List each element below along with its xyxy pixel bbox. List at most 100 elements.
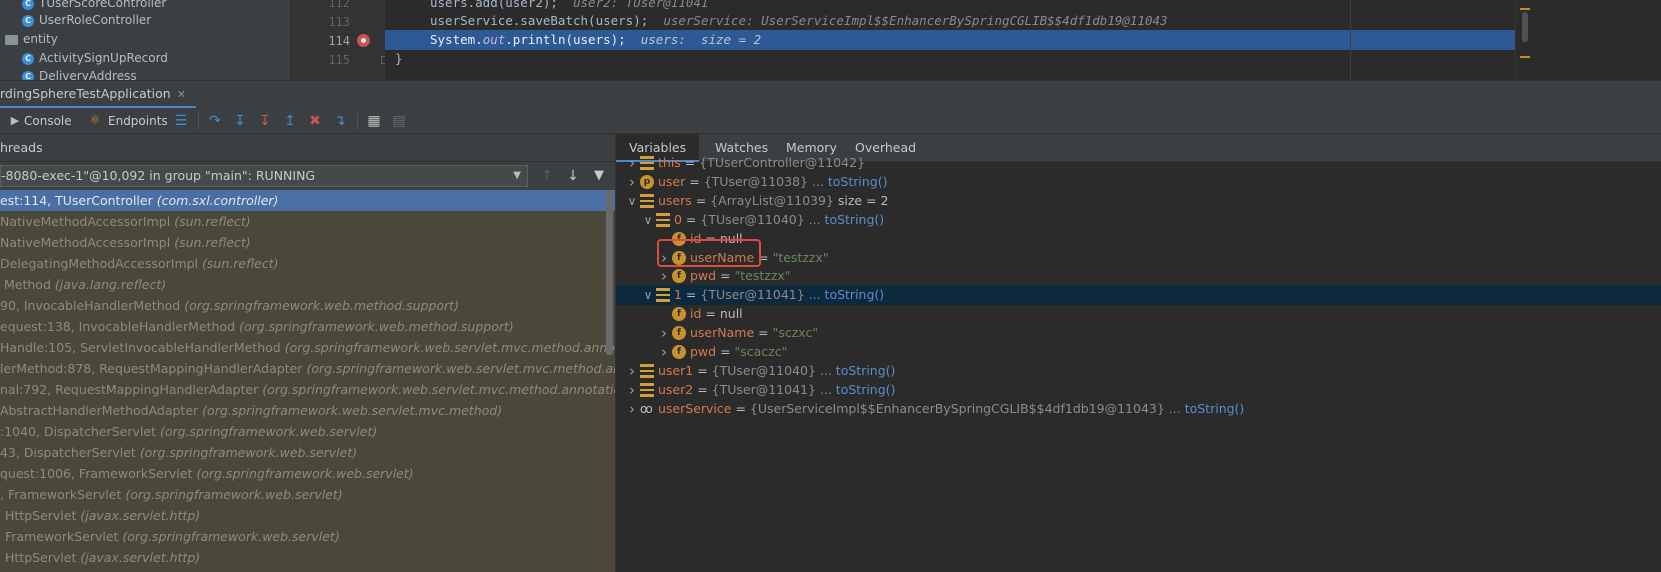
step-over-icon[interactable]: ↷: [206, 112, 224, 130]
endpoints-icon: ⚛: [89, 113, 101, 128]
frame-row[interactable]: 43, DispatcherServlet (org.springframewor…: [0, 442, 615, 463]
chevron-right-icon[interactable]: ›: [626, 380, 638, 400]
variable-row[interactable]: › this = {TUserController@11042}: [616, 153, 1661, 173]
run-to-cursor-icon[interactable]: ↴: [331, 112, 349, 130]
watch-icon: oo: [640, 401, 653, 416]
variable-row[interactable]: f id = null: [616, 229, 1661, 249]
editor-gutter[interactable]: 112 113 114 115: [290, 0, 385, 80]
folder-icon: [5, 34, 18, 45]
frame-row[interactable]: HttpServlet (javax.servlet.http): [0, 547, 615, 568]
trace-stream-icon[interactable]: ▤: [390, 112, 408, 130]
breakpoint-icon[interactable]: [357, 34, 370, 47]
variable-name: pwd: [690, 268, 717, 284]
thread-selector[interactable]: -8080-exec-1"@10,092 in group "main": RU…: [0, 165, 528, 187]
frame-row[interactable]: DelegatingMethodAccessorImpl (sun.reflect…: [0, 253, 615, 274]
frame-row[interactable]: quest:1006, FrameworkServlet (org.springf…: [0, 463, 615, 484]
frame-row[interactable]: nal:792, RequestMappingHandlerAdapter (or…: [0, 379, 615, 400]
tostring-link[interactable]: ... toString(): [805, 212, 885, 227]
tree-item-class[interactable]: C ActivitySignUpRecord: [22, 48, 168, 68]
frame-row[interactable]: Handle:105, ServletInvocableHandlerMetho…: [0, 337, 615, 358]
frame-row[interactable]: est:114, TUserController (com.sxl.control…: [0, 190, 615, 211]
variable-row[interactable]: ∨ 1 = {TUser@11041} ... toString(): [616, 285, 1661, 306]
frame-row[interactable]: FrameworkServlet (org.springframework.web…: [0, 526, 615, 547]
frame-row[interactable]: NativeMethodAccessorImpl (sun.reflect): [0, 232, 615, 253]
frame-row[interactable]: Method (java.lang.reflect): [0, 274, 615, 295]
editor-area: C TUserScoreController C UserRoleControlle…: [0, 0, 1661, 80]
tree-item-folder[interactable]: entity: [5, 29, 58, 49]
variable-row[interactable]: › f pwd = "testzzx": [616, 266, 1661, 286]
class-icon: C: [22, 70, 34, 80]
object-icon: [640, 363, 654, 378]
frames-scrollbar[interactable]: [606, 190, 613, 355]
force-step-into-icon[interactable]: ↧: [256, 112, 274, 130]
tostring-link[interactable]: ... toString(): [816, 382, 896, 397]
line-number: 113: [328, 15, 350, 29]
chevron-down-icon[interactable]: ∨: [642, 210, 654, 230]
arrow-up-icon[interactable]: ↑: [537, 166, 557, 186]
chevron-right-icon[interactable]: ›: [626, 399, 638, 419]
frame-list[interactable]: est:114, TUserController (com.sxl.control…: [0, 190, 615, 572]
chevron-right-icon[interactable]: ›: [658, 323, 670, 343]
variable-row[interactable]: › oo userService = {UserServiceImpl$$Enhan…: [616, 399, 1661, 419]
chevron-right-icon[interactable]: ›: [626, 153, 638, 173]
step-out-icon[interactable]: ↥: [281, 112, 299, 130]
frame-row[interactable]: lerMethod:878, RequestMappingHandlerAdap…: [0, 358, 615, 379]
variable-name: user2: [658, 381, 694, 397]
debug-session-tab[interactable]: rdingSphereTestApplication ✕: [0, 81, 196, 108]
variable-row[interactable]: f id = null: [616, 304, 1661, 324]
editor-scrollbar[interactable]: [1515, 0, 1533, 80]
arrow-down-icon[interactable]: ↓: [563, 166, 583, 186]
console-icon: ▶: [10, 114, 20, 127]
variable-row[interactable]: › f userName = "sczxc": [616, 323, 1661, 343]
step-into-icon[interactable]: ↧: [231, 112, 249, 130]
show-execution-point-icon[interactable]: ☰: [172, 112, 190, 130]
tree-item-class[interactable]: C UserRoleController: [22, 10, 151, 30]
chevron-right-icon[interactable]: ›: [626, 361, 638, 381]
frame-row[interactable]: HttpServlet (javax.servlet.http): [0, 505, 615, 526]
variable-row[interactable]: › user2 = {TUser@11041} ... toString(): [616, 380, 1661, 400]
endpoints-tab[interactable]: Endpoints: [108, 112, 168, 130]
tostring-link[interactable]: ... toString(): [1165, 401, 1245, 416]
variable-row[interactable]: › user1 = {TUser@11040} ... toString(): [616, 361, 1661, 381]
warning-marker[interactable]: [1520, 56, 1530, 58]
variable-text: pwd = "testzzx": [690, 268, 791, 284]
tostring-link[interactable]: ... toString(): [816, 363, 896, 378]
evaluate-expression-icon[interactable]: ▦: [365, 112, 383, 130]
scroll-thumb[interactable]: [1522, 12, 1528, 42]
console-tab[interactable]: Console: [24, 112, 72, 130]
code-line: }: [395, 51, 403, 66]
object-icon: [656, 212, 670, 227]
chevron-right-icon[interactable]: ›: [658, 342, 670, 362]
chevron-down-icon[interactable]: ∨: [642, 285, 654, 305]
variable-name: this: [658, 155, 681, 170]
frame-row[interactable]: AbstractHandlerMethodAdapter (org.springf…: [0, 400, 615, 421]
tree-item-class[interactable]: C DeliveryAddress: [22, 66, 137, 80]
frame-row[interactable]: 90, InvocableHandlerMethod (org.springfra…: [0, 295, 615, 316]
drop-frame-icon[interactable]: ✖: [306, 112, 324, 130]
frame-row[interactable]: , FrameworkServlet (org.springframework.w…: [0, 484, 615, 505]
frame-row[interactable]: equest:138, InvocableHandlerMethod (org.s…: [0, 316, 615, 337]
variable-name: users: [658, 192, 692, 208]
variable-row[interactable]: ∨ 0 = {TUser@11040} ... toString(): [616, 210, 1661, 230]
chevron-down-icon[interactable]: ∨: [626, 191, 638, 211]
variable-text: user1 = {TUser@11040} ... toString(): [658, 362, 896, 378]
tostring-link[interactable]: ... toString(): [808, 174, 888, 189]
frame-row[interactable]: NativeMethodAccessorImpl (sun.reflect): [0, 211, 615, 232]
object-icon: [640, 382, 654, 397]
tostring-link[interactable]: ... toString(): [805, 287, 885, 302]
chevron-right-icon[interactable]: ›: [626, 172, 638, 192]
filter-icon[interactable]: ▼: [589, 166, 609, 186]
code-editor[interactable]: users.add(user2); user2: TUser@11041 use…: [385, 0, 1530, 80]
toolbar-separator: [357, 113, 358, 129]
debug-toolbar: ▶ Console ⚛ Endpoints ☰ ↷ ↧ ↧ ↥ ✖ ↴ ▦ ▤: [0, 108, 1661, 134]
variable-row[interactable]: ∨ users = {ArrayList@11039} size = 2: [616, 191, 1661, 211]
variable-value: null: [719, 306, 743, 322]
close-icon[interactable]: ✕: [177, 88, 186, 101]
variable-row[interactable]: › p user = {TUser@11038} ... toString(): [616, 172, 1661, 192]
warning-marker[interactable]: [1520, 8, 1530, 10]
variable-row[interactable]: › f pwd = "scaczc": [616, 342, 1661, 362]
variable-text: this = {TUserController@11042}: [658, 155, 866, 170]
chevron-right-icon[interactable]: ›: [658, 266, 670, 286]
frame-row[interactable]: :1040, DispatcherServlet (org.springframe…: [0, 421, 615, 442]
variable-row[interactable]: › f userName = "testzzx": [616, 248, 1661, 268]
